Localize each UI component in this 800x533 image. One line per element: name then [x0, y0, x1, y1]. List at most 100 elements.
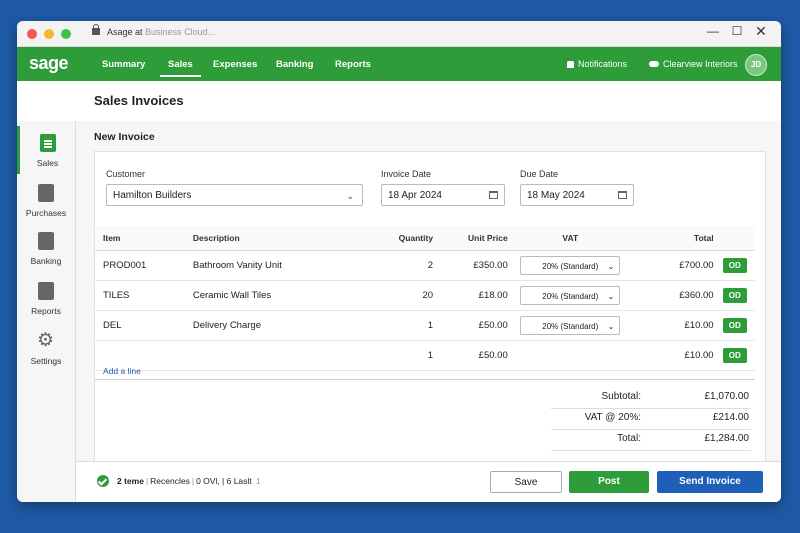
calendar-icon[interactable] — [618, 191, 627, 199]
cell-item: DEL — [95, 310, 192, 341]
calendar-icon[interactable] — [489, 191, 498, 199]
status-text: 2 teme | Recencles | 0 OVl, | 6 Laslt 1 — [117, 476, 261, 486]
close-window-dot[interactable] — [27, 29, 37, 39]
grand-total-row: Total: £1,284.00 — [551, 429, 751, 451]
app-window: Asage at Business Cloud... — ☐ ✕ sage Su… — [17, 21, 781, 502]
col-quantity: Quantity — [355, 226, 435, 251]
title-bar: Asage at Business Cloud... — ☐ ✕ — [17, 21, 781, 47]
cell-description: Ceramic Wall Tiles — [191, 280, 356, 311]
cell-action: OD — [714, 280, 755, 311]
due-date-field[interactable]: 18 May 2024 — [520, 184, 634, 206]
vat-value: 20% (Standard) — [542, 262, 599, 271]
customer-label: Customer — [106, 169, 146, 179]
subtotal-label: Subtotal: — [601, 391, 641, 402]
table-row[interactable]: 1 £50.00 £10.00 OD — [95, 340, 755, 371]
cell-unit-price: £50.00 — [434, 340, 509, 371]
send-invoice-button[interactable]: Send Invoice — [657, 471, 763, 493]
cell-unit-price: £50.00 — [434, 310, 509, 341]
maximize-icon[interactable]: ☐ — [729, 24, 745, 38]
avatar[interactable]: JD — [745, 54, 767, 76]
notifications-link[interactable]: Notifications — [567, 59, 627, 69]
section-title: New Invoice — [94, 131, 155, 143]
vat-total-value: £214.00 — [712, 412, 749, 423]
cell-quantity: 1 — [355, 310, 435, 341]
invoice-date-field[interactable]: 18 Apr 2024 — [381, 184, 505, 206]
cell-action: OD — [714, 310, 755, 341]
totals-divider — [95, 379, 755, 380]
check-circle-icon — [97, 475, 109, 487]
table-row[interactable]: DEL Delivery Charge 1 £50.00 20% (Standa… — [95, 310, 755, 341]
vat-row: VAT @ 20%: £214.00 — [551, 408, 751, 430]
window-title-suffix: Business Cloud... — [145, 27, 216, 37]
vat-select[interactable]: 20% (Standard) ⌄ — [520, 256, 621, 275]
company-switcher[interactable]: Clearview Interiors — [649, 59, 738, 69]
sidebar-item-settings[interactable]: Settings — [17, 324, 75, 372]
sidebar-item-label: Reports — [31, 306, 61, 316]
tab-expenses[interactable]: Expenses — [213, 59, 257, 70]
action-footer: 2 teme | Recencles | 0 OVl, | 6 Laslt 1 Save… — [76, 461, 781, 502]
col-item: Item — [95, 226, 192, 251]
cell-description — [191, 340, 356, 371]
cell-total: £700.00 — [631, 250, 715, 281]
cell-vat: 20% (Standard) ⌄ — [508, 280, 632, 311]
gear-icon — [37, 329, 54, 352]
page-header: Sales Invoices — [17, 81, 781, 122]
vat-value: 20% (Standard) — [542, 292, 599, 301]
col-total: Total — [631, 226, 715, 251]
sidebar-item-sales[interactable]: Sales — [17, 126, 75, 174]
post-button[interactable]: Post — [569, 471, 649, 493]
sidebar-item-label: Purchases — [25, 208, 67, 218]
chevron-down-icon: ⌄ — [607, 322, 615, 331]
zoom-window-dot[interactable] — [61, 29, 71, 39]
invoice-card: Customer Hamilton Builders ⌄ Invoice Dat… — [94, 151, 766, 464]
row-ok-button[interactable]: OD — [722, 258, 747, 273]
report-icon — [38, 282, 54, 300]
vat-select[interactable]: 20% (Standard) ⌄ — [520, 316, 621, 335]
tab-sales[interactable]: Sales — [160, 59, 201, 77]
status-part-a: 2 teme — [117, 476, 144, 486]
grand-total-label: Total: — [617, 433, 641, 444]
cell-vat — [508, 340, 632, 371]
purchases-icon — [38, 184, 54, 202]
window-title-prefix: Asage at — [107, 27, 143, 37]
cell-description: Bathroom Vanity Unit — [191, 250, 356, 281]
chevron-down-icon: ⌄ — [607, 292, 615, 301]
add-line-link[interactable]: Add a line — [103, 366, 141, 376]
tab-banking[interactable]: Banking — [276, 59, 313, 70]
cell-total: £360.00 — [631, 280, 715, 311]
status-part-c: 0 OVl, | 6 Laslt — [196, 476, 252, 486]
chevron-down-icon: ⌄ — [346, 191, 354, 201]
cell-quantity: 1 — [355, 340, 435, 371]
top-nav: sage Summary Sales Expenses Banking Repo… — [17, 47, 781, 81]
sidebar-item-reports[interactable]: Reports — [17, 274, 75, 322]
minimize-icon[interactable]: — — [705, 24, 721, 38]
sidebar-item-label: Settings — [30, 356, 62, 366]
invoice-date-label: Invoice Date — [381, 169, 432, 179]
tab-reports[interactable]: Reports — [335, 59, 371, 70]
row-ok-button[interactable]: OD — [722, 318, 747, 333]
vat-value: 20% (Standard) — [542, 322, 599, 331]
table-row[interactable]: TILES Ceramic Wall Tiles 20 £18.00 20% (… — [95, 280, 755, 311]
save-button[interactable]: Save — [490, 471, 562, 493]
tab-summary[interactable]: Summary — [102, 59, 145, 70]
close-icon[interactable]: ✕ — [753, 23, 769, 40]
sidebar-item-label: Sales — [36, 158, 59, 168]
due-date-label: Due Date — [520, 169, 559, 179]
customer-select[interactable]: Hamilton Builders ⌄ — [106, 184, 363, 206]
sage-logo: sage — [29, 53, 69, 73]
sidebar-item-banking[interactable]: Banking — [17, 224, 75, 272]
sidebar: Sales Purchases Banking Reports Settings — [17, 121, 76, 502]
window-title: Asage at Business Cloud... — [107, 27, 215, 37]
company-name: Clearview Interiors — [663, 59, 738, 69]
row-ok-button[interactable]: OD — [722, 288, 747, 303]
row-ok-button[interactable]: OD — [722, 348, 747, 363]
vat-select[interactable]: 20% (Standard) ⌄ — [520, 286, 621, 305]
minimize-window-dot[interactable] — [44, 29, 54, 39]
cell-vat: 20% (Standard) ⌄ — [508, 250, 632, 281]
sidebar-item-purchases[interactable]: Purchases — [17, 176, 75, 224]
table-row[interactable]: PROD001 Bathroom Vanity Unit 2 £350.00 2… — [95, 250, 755, 281]
status-part-b: Recencles — [150, 476, 190, 486]
table-header-row: Item Description Quantity Unit Price VAT… — [95, 226, 755, 251]
invoice-date-value: 18 Apr 2024 — [388, 190, 442, 201]
lock-icon — [92, 24, 100, 35]
